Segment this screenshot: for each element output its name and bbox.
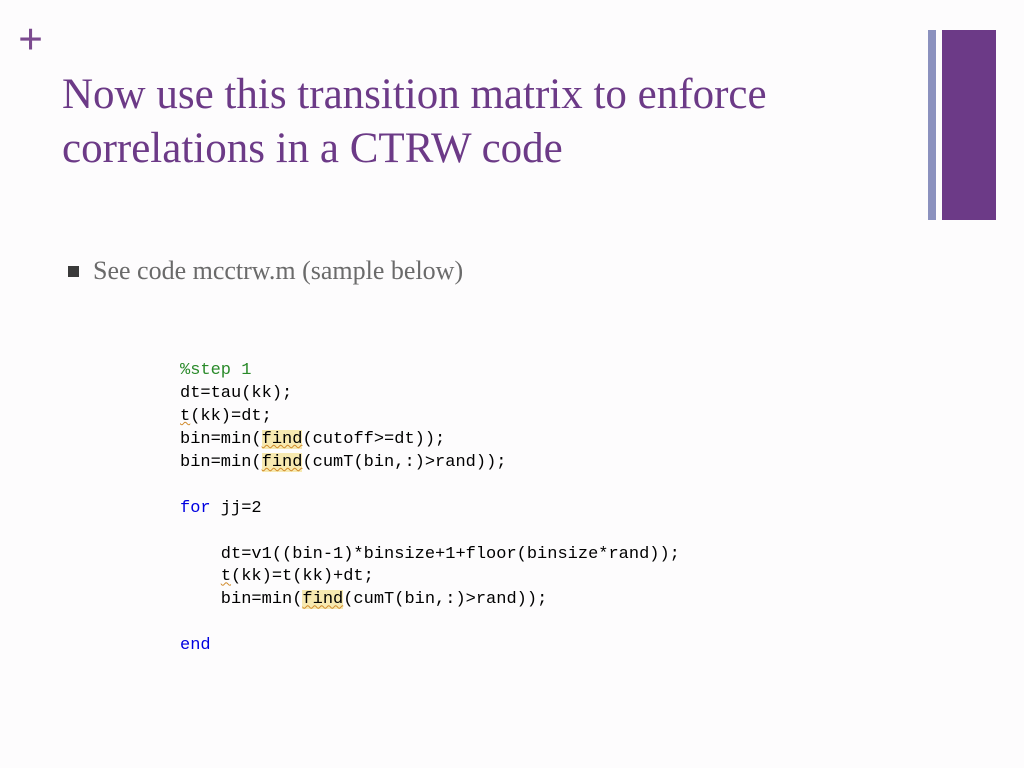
code-line: bin=min( bbox=[180, 590, 302, 609]
code-warn: t bbox=[221, 567, 231, 586]
code-line: bin=min( bbox=[180, 453, 262, 472]
code-keyword: for bbox=[180, 499, 211, 518]
code-line: (kk)=t(kk)+dt; bbox=[231, 567, 374, 586]
code-line: (cumT(bin,:)>rand)); bbox=[302, 453, 506, 472]
slide-title: Now use this transition matrix to enforc… bbox=[62, 68, 822, 176]
code-line: jj=2 bbox=[211, 499, 262, 518]
bullet-text: See code mcctrw.m (sample below) bbox=[93, 256, 463, 286]
code-line: dt=v1((bin-1)*binsize+1+floor(binsize*ra… bbox=[180, 545, 680, 564]
code-sample: %step 1 dt=tau(kk); t(kk)=dt; bin=min(fi… bbox=[180, 360, 680, 658]
code-line bbox=[180, 567, 221, 586]
code-line: bin=min( bbox=[180, 430, 262, 449]
code-warn: t bbox=[180, 407, 190, 426]
code-line: dt=tau(kk); bbox=[180, 384, 292, 403]
code-line: (kk)=dt; bbox=[190, 407, 272, 426]
decoration-bar-thin bbox=[928, 30, 936, 220]
code-comment: %step 1 bbox=[180, 361, 251, 380]
code-highlight: find bbox=[262, 453, 303, 472]
code-keyword: end bbox=[180, 636, 211, 655]
bullet-item: See code mcctrw.m (sample below) bbox=[68, 256, 463, 286]
code-highlight: find bbox=[302, 590, 343, 609]
plus-icon: + bbox=[18, 18, 43, 62]
bullet-square-icon bbox=[68, 266, 79, 277]
code-line: (cumT(bin,:)>rand)); bbox=[343, 590, 547, 609]
code-line: (cutoff>=dt)); bbox=[302, 430, 445, 449]
decoration-bar-thick bbox=[942, 30, 996, 220]
code-highlight: find bbox=[262, 430, 303, 449]
slide-decoration bbox=[928, 30, 996, 220]
